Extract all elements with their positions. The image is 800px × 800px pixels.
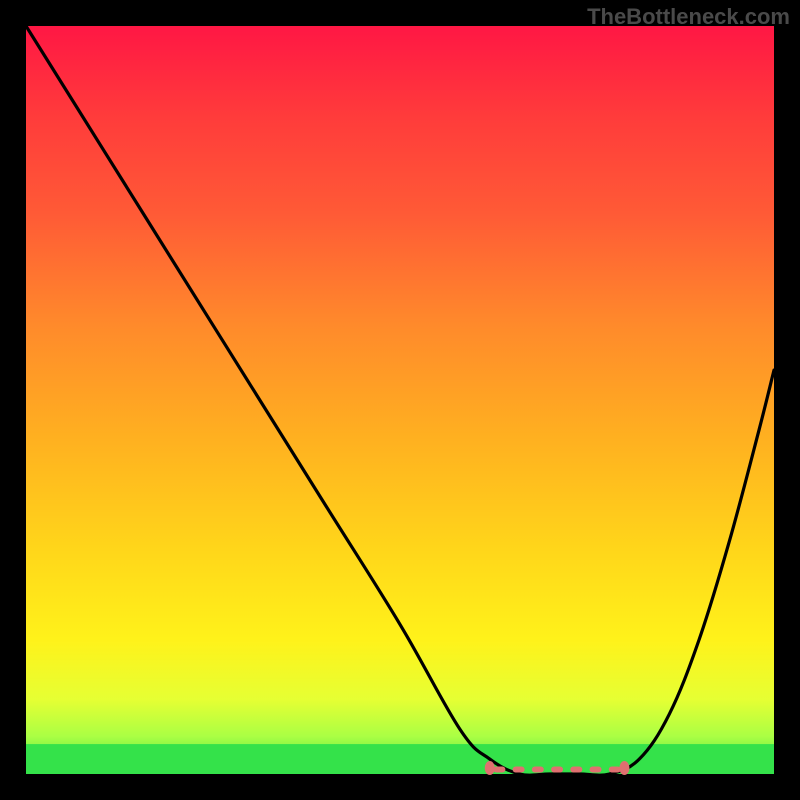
flat-region-dash	[532, 767, 544, 773]
flat-region-dash	[590, 767, 602, 773]
flat-region-dash	[570, 767, 582, 773]
green-band	[26, 744, 774, 774]
flat-region-end-marker	[485, 761, 495, 775]
plot-background	[26, 26, 774, 774]
flat-region-dash	[513, 767, 525, 773]
flat-region-dash	[551, 767, 563, 773]
flat-region-dash	[609, 767, 621, 773]
attribution-label: TheBottleneck.com	[587, 4, 790, 30]
chart-container: TheBottleneck.com	[0, 0, 800, 800]
flat-region-dash	[493, 767, 505, 773]
chart-svg	[0, 0, 800, 800]
flat-region-end-marker	[619, 761, 629, 775]
